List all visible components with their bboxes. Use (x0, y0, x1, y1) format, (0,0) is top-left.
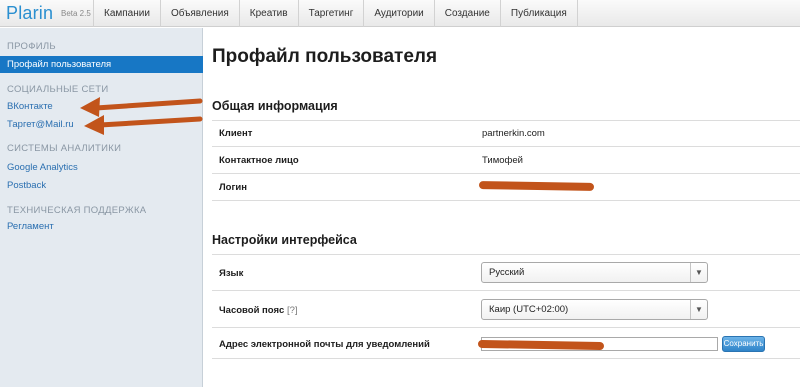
save-button[interactable]: Сохранить (722, 336, 765, 352)
chevron-down-icon[interactable]: ▼ (690, 300, 707, 319)
chevron-down-icon[interactable]: ▼ (690, 263, 707, 282)
divider (212, 120, 800, 121)
section-general-title: Общая информация (212, 99, 338, 113)
email-label: Адрес электронной почты для уведомлений (219, 339, 430, 350)
language-select-value: Русский (489, 267, 525, 278)
client-label: Клиент (219, 128, 253, 139)
language-label: Язык (219, 268, 244, 279)
timezone-select[interactable]: Каир (UTC+02:00) ▼ (481, 299, 708, 320)
divider (212, 327, 800, 328)
divider (212, 146, 800, 147)
language-select[interactable]: Русский ▼ (481, 262, 708, 283)
divider (212, 358, 800, 359)
section-interface-title: Настройки интерфейса (212, 233, 357, 247)
timezone-label: Часовой пояс [?] (219, 305, 298, 316)
arrow-left-icon (80, 97, 203, 117)
divider (212, 290, 800, 291)
divider (212, 254, 800, 255)
contact-value: Тимофей (482, 155, 523, 166)
timezone-help-link[interactable]: [?] (287, 305, 298, 316)
arrow-left-icon (84, 115, 203, 135)
login-label: Логин (219, 182, 248, 193)
client-value: partnerkin.com (482, 128, 545, 139)
divider (212, 173, 800, 174)
page-title: Профайл пользователя (212, 46, 438, 67)
timezone-select-value: Каир (UTC+02:00) (489, 304, 569, 315)
contact-label: Контактное лицо (219, 155, 299, 166)
timezone-label-text: Часовой пояс (219, 305, 285, 316)
divider (212, 200, 800, 201)
